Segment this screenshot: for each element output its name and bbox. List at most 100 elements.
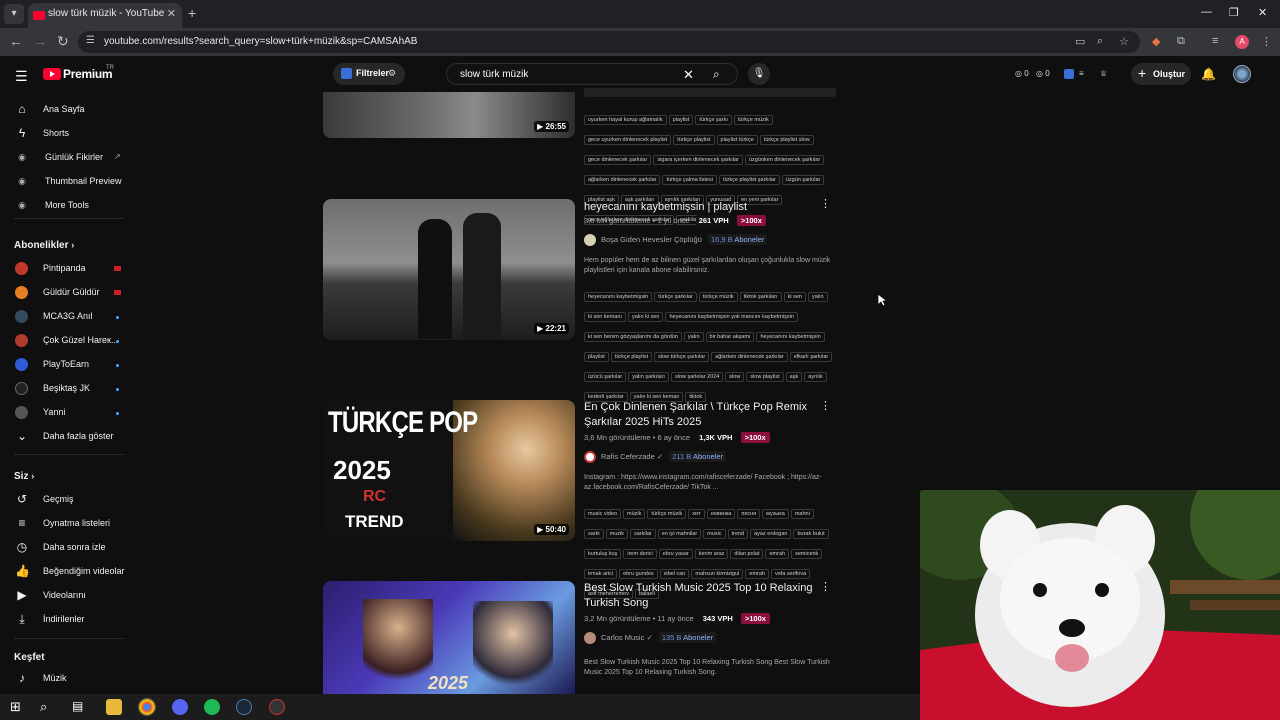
tag-chip[interactable]: slow şarkılar 2024 bbox=[670, 372, 724, 382]
list-icon[interactable]: ≡ bbox=[1079, 69, 1084, 78]
more-actions-icon[interactable]: ⋮ bbox=[820, 197, 831, 210]
tab-close-icon[interactable]: ✕ bbox=[167, 7, 176, 20]
tag-chip[interactable]: sarki bbox=[584, 529, 604, 539]
sidebar-item-gunluk-fikirler[interactable]: ◉ Günlük Fikirler ↗ bbox=[0, 147, 138, 169]
tag-chip[interactable]: türkçe playlist bbox=[673, 135, 715, 145]
sidebar-item-thumbnail-preview[interactable]: ◉ Thumbnail Preview bbox=[0, 171, 138, 193]
tag-chip[interactable]: türkçe playlist şarkılar bbox=[718, 175, 780, 185]
chrome-menu-icon[interactable]: ⋮ bbox=[1261, 35, 1272, 48]
search-icon[interactable]: ⌕ bbox=[713, 67, 720, 82]
subscriptions-heading[interactable]: Abonelikler › bbox=[14, 240, 74, 251]
extensions-puzzle-icon[interactable]: ⧉ bbox=[1177, 35, 1185, 48]
video-title[interactable]: Best Slow Turkish Music 2025 Top 10 Rela… bbox=[584, 581, 814, 611]
profile-avatar[interactable]: A bbox=[1235, 35, 1249, 49]
tag-chip[interactable]: music bbox=[703, 529, 726, 539]
sidebar-item-subscription[interactable]: Beşiktaş JK bbox=[0, 378, 138, 400]
tag-chip[interactable]: ayaz erdogan bbox=[750, 529, 792, 539]
tag-chip[interactable]: yalın ki sen bbox=[627, 312, 664, 322]
channel-row[interactable]: Rafis Ceferzade ✓ 211 B Aboneler bbox=[584, 451, 727, 464]
taskbar-search-icon[interactable]: ⌕ bbox=[40, 699, 56, 715]
sidebar-item-music[interactable]: ♪ Müzik bbox=[0, 668, 138, 690]
tag-chip[interactable]: песня bbox=[737, 509, 761, 519]
tag-chip[interactable]: türkçe çalma listesi bbox=[662, 175, 717, 185]
tag-chip[interactable]: vefa serifova bbox=[770, 569, 811, 579]
sidebar-item-subscription[interactable]: Pintipanda bbox=[0, 258, 138, 280]
spotify-icon[interactable] bbox=[204, 699, 220, 715]
notifications-bell-icon[interactable]: 🔔 bbox=[1201, 67, 1216, 81]
tag-chip[interactable]: ki sen bbox=[783, 292, 806, 302]
tag-chip[interactable]: heyecanını kaybetmişsin bbox=[756, 332, 825, 342]
sidebar-item-shorts[interactable]: ϟ Shorts bbox=[0, 123, 138, 145]
search-box[interactable]: slow türk müzik ✕ ⌕ bbox=[446, 63, 738, 85]
tag-chip[interactable]: ayrılık bbox=[804, 372, 827, 382]
tag-chip[interactable]: kerim araz bbox=[694, 549, 729, 559]
address-bar[interactable]: ☰ youtube.com/results?search_query=slow+… bbox=[78, 31, 1140, 53]
minimize-icon[interactable]: — bbox=[1201, 6, 1212, 18]
reload-icon[interactable]: ↻ bbox=[57, 33, 69, 50]
account-avatar[interactable] bbox=[1233, 65, 1251, 83]
tag-chip[interactable]: slow playlist bbox=[746, 372, 784, 382]
tag-chip[interactable]: хит bbox=[688, 509, 705, 519]
tag-chip[interactable]: irem derici bbox=[623, 549, 657, 559]
tag-chip[interactable]: üzücü şarkılar bbox=[584, 372, 627, 382]
site-info-icon[interactable]: ☰ bbox=[86, 35, 95, 46]
filters-button[interactable]: Filtreler ⚙ bbox=[333, 63, 405, 85]
tag-chip[interactable]: muzik bbox=[605, 529, 628, 539]
sidebar-item-subscription[interactable]: Güldür Güldür bbox=[0, 282, 138, 304]
trophy-icon[interactable]: ♕ bbox=[1100, 69, 1107, 78]
sidebar-item-your-videos[interactable]: ▶ Videolarını bbox=[0, 585, 138, 607]
back-icon[interactable]: ← bbox=[9, 33, 23, 49]
sidebar-item-subscription[interactable]: MCA3G Anıl bbox=[0, 306, 138, 328]
tag-chip[interactable]: yalın bbox=[807, 292, 828, 302]
channel-row[interactable]: Boşa Giden Hevesler Çöplüğü 16,9 B Abone… bbox=[584, 234, 768, 247]
browser-tab[interactable]: slow türk müzik - YouTube ✕ bbox=[28, 3, 182, 28]
cast-icon[interactable]: ▭ bbox=[1075, 35, 1085, 48]
video-thumbnail[interactable]: ▶ 26:55 bbox=[323, 92, 575, 138]
tag-chip[interactable]: yalın bbox=[683, 332, 704, 342]
tag-chip[interactable]: türkçe müzik bbox=[647, 509, 687, 519]
create-button[interactable]: + Oluştur bbox=[1131, 63, 1191, 85]
tag-chip[interactable]: музыка bbox=[762, 509, 789, 519]
tag-chip[interactable]: dilan polat bbox=[730, 549, 764, 559]
sidebar-item-home[interactable]: ⌂ Ana Sayfa bbox=[0, 99, 138, 121]
steam-icon[interactable] bbox=[236, 699, 252, 715]
extension-fox-icon[interactable]: ◆ bbox=[1152, 35, 1160, 48]
tag-chip[interactable]: aşk bbox=[785, 372, 803, 382]
chrome-icon[interactable] bbox=[138, 698, 156, 716]
tag-chip[interactable]: türkçe playlist slow bbox=[759, 135, 814, 145]
you-heading[interactable]: Siz › bbox=[14, 471, 34, 482]
tag-chip[interactable]: en iyi mahnilar bbox=[657, 529, 702, 539]
tag-chip[interactable]: semicenk bbox=[791, 549, 823, 559]
more-actions-icon[interactable]: ⋮ bbox=[820, 580, 831, 593]
zoom-icon[interactable]: ⌕ bbox=[1097, 35, 1103, 48]
more-actions-icon[interactable]: ⋮ bbox=[820, 399, 831, 412]
restore-icon[interactable]: ❐ bbox=[1229, 6, 1239, 19]
discord-icon[interactable] bbox=[172, 699, 188, 715]
tag-chip[interactable]: türkçe şarkılar bbox=[654, 292, 697, 302]
tag-chip[interactable]: türkçe şarkı bbox=[695, 115, 732, 125]
window-close-icon[interactable]: ✕ bbox=[1258, 6, 1267, 19]
tag-chip[interactable]: emrah bbox=[765, 549, 790, 559]
sidebar-item-subscription[interactable]: PlayToEarn bbox=[0, 354, 138, 376]
sidebar-item-subscription[interactable]: Yanni bbox=[0, 402, 138, 424]
show-more-button[interactable]: ⌄ Daha fazla göster bbox=[0, 426, 138, 448]
tag-chip[interactable]: playlist bbox=[668, 115, 694, 125]
tag-chip[interactable]: ağlarken dinlenecek şarkılar bbox=[711, 352, 788, 362]
tag-chip[interactable]: heyecanını kaybetmişsin yok inancını kay… bbox=[665, 312, 798, 322]
voice-search-icon[interactable]: 🎙 bbox=[748, 63, 770, 85]
tag-chip[interactable]: mahsun kirmizigul bbox=[691, 569, 744, 579]
tag-chip[interactable]: kurtuluş kuş bbox=[584, 549, 622, 559]
youtube-logo-icon[interactable] bbox=[43, 68, 61, 80]
tag-chip[interactable]: türkçe müzik bbox=[733, 115, 773, 125]
video-title[interactable]: En Çok Dinlenen Şarkılar \ Türkçe Pop Re… bbox=[584, 400, 814, 430]
tag-chip[interactable]: türkçe playlist bbox=[610, 352, 653, 362]
video-thumbnail[interactable]: 2025 bbox=[323, 581, 575, 694]
tag-chip[interactable]: üzgün şarkılar bbox=[781, 175, 825, 185]
video-thumbnail[interactable]: TÜRKÇE POP 2025 RC TREND ▶ 50:40 bbox=[323, 400, 575, 541]
sidebar-item-liked-videos[interactable]: 👍 Beğendiğim videolar bbox=[0, 561, 138, 583]
tag-chip[interactable]: efkarlı şarkılar bbox=[789, 352, 833, 362]
tab-search-icon[interactable]: ▾ bbox=[4, 4, 24, 24]
sidebar-item-watch-later[interactable]: ◷ Daha sonra izle bbox=[0, 537, 138, 559]
tag-chip[interactable]: ebru yasar bbox=[658, 549, 693, 559]
file-explorer-icon[interactable] bbox=[106, 699, 122, 715]
